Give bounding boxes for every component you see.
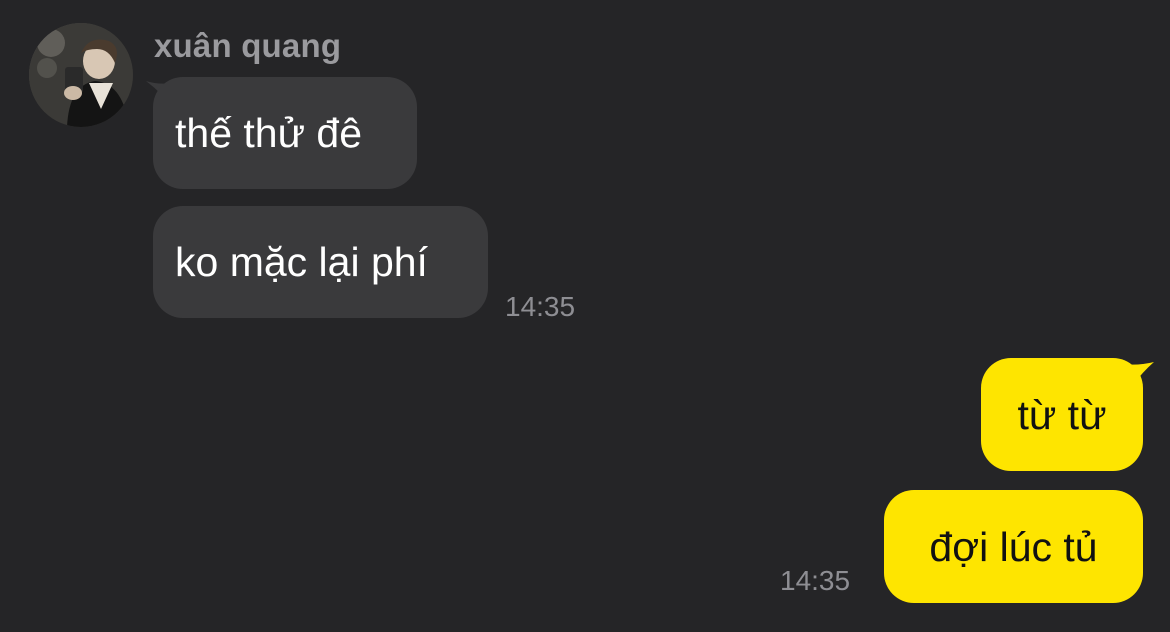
message-text: đợi lúc tủ: [929, 523, 1098, 570]
message-text: ko mặc lại phí: [175, 239, 428, 285]
sender-name: xuân quang: [154, 27, 342, 64]
avatar-photo-icon: [29, 23, 133, 127]
incoming-message-bubble[interactable]: thế thử đê: [153, 77, 417, 189]
outgoing-message-bubble[interactable]: đợi lúc tủ: [884, 490, 1143, 603]
incoming-timestamp: 14:35: [505, 291, 576, 322]
outgoing-timestamp: 14:35: [780, 565, 851, 596]
message-text: thế thử đê: [175, 110, 363, 156]
message-text: từ từ: [1017, 391, 1107, 438]
sender-avatar[interactable]: [29, 23, 133, 127]
chat-thread: xuân quang thế thử đê ko mặc lại phí 14:…: [0, 0, 1170, 632]
outgoing-message-bubble[interactable]: từ từ: [981, 358, 1143, 471]
incoming-message-bubble[interactable]: ko mặc lại phí: [153, 206, 488, 318]
